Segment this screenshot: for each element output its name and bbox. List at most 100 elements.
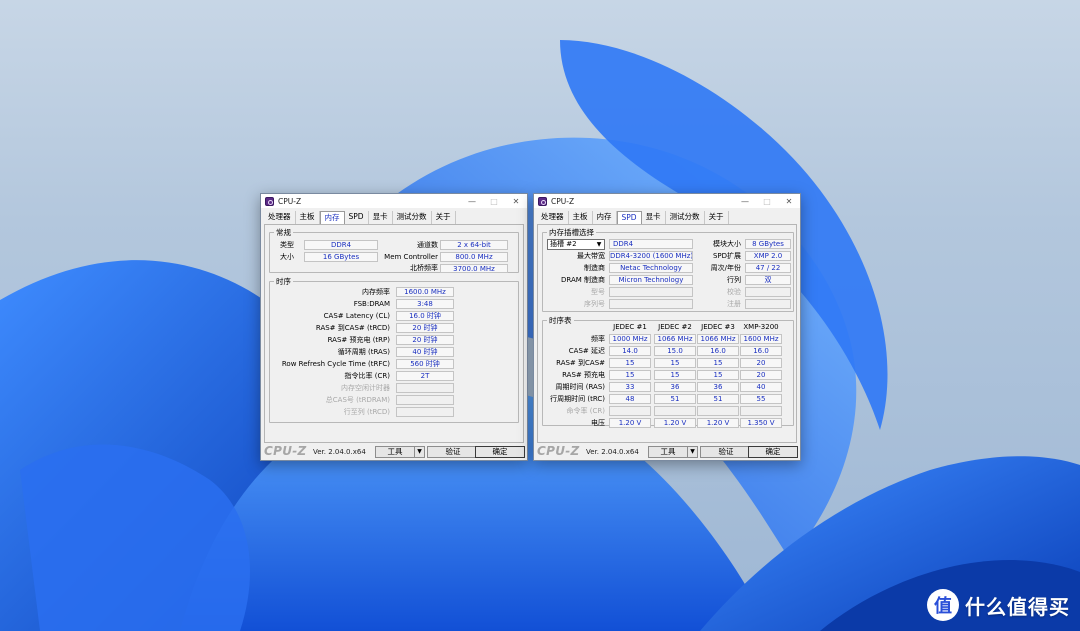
timing-cell: 1600 MHz (740, 334, 782, 344)
window-title: CPU-Z (551, 196, 575, 206)
cpuz-app-icon (265, 196, 274, 206)
serial-label: 序列号 (584, 300, 605, 308)
ok-button[interactable]: 确定 (475, 446, 525, 458)
general-group: 常规 类型 DDR4 大小 16 GBytes 通道数 2 x 64-bit M… (269, 228, 519, 273)
tools-button[interactable]: 工具 ▼ (375, 446, 425, 458)
minimize-icon[interactable]: — (461, 194, 483, 208)
spd-ext-value: XMP 2.0 (745, 251, 791, 261)
timing-column-header: XMP-3200 (743, 323, 779, 331)
timing-value: 40 时钟 (396, 347, 454, 357)
timing-cell (740, 406, 782, 416)
northbridge-value: 3700.0 MHz (440, 264, 508, 273)
rank-label: 行列 (727, 276, 741, 284)
tab-spd[interactable]: SPD (616, 211, 642, 224)
timing-cell (609, 406, 651, 416)
timing-label: RAS# 到CAS# (tRCD) (315, 324, 390, 332)
tab-about[interactable]: 关于 (432, 211, 456, 224)
timings-group: 时序 内存频率 1600.0 MHz FSB:DRAM 3:48 CAS# Latenc… (269, 277, 519, 423)
watermark-text: 什么值得买 (965, 594, 1070, 619)
timing-value: 560 时钟 (396, 359, 454, 369)
timing-cell: 20 (740, 358, 782, 368)
registered-label: 注册 (727, 300, 741, 308)
timing-cell: 15 (654, 358, 696, 368)
tab-memory[interactable]: 内存 (319, 211, 345, 224)
timing-value: 20 时钟 (396, 323, 454, 333)
tools-button[interactable]: 工具 ▼ (648, 446, 698, 458)
footer-bar: CPU-Z Ver. 2.04.0.x64 工具 ▼ 验证 确定 (261, 443, 527, 460)
spd-panel: 内存插槽选择 插槽 #2 ▼ DDR4 模块大小 8 GBytes 最大带宽 D… (537, 224, 797, 443)
close-icon[interactable]: ✕ (505, 194, 527, 208)
timing-cell: 51 (654, 394, 696, 404)
timing-column-header: JEDEC #2 (658, 323, 692, 331)
minimize-icon[interactable]: — (734, 194, 756, 208)
tab-spd[interactable]: SPD (345, 211, 369, 224)
title-bar[interactable]: CPU-Z — □ ✕ (534, 194, 800, 208)
timing-label: 行至列 (tRCD) (343, 408, 390, 416)
footer-bar: CPU-Z Ver. 2.04.0.x64 工具 ▼ 验证 确定 (534, 443, 800, 460)
tab-memory[interactable]: 内存 (593, 211, 617, 224)
timing-row-label: 频率 (591, 335, 605, 343)
timing-cell (697, 406, 739, 416)
tab-bar: 处理器 主板 内存 SPD 显卡 测试分数 关于 (264, 211, 456, 225)
ok-button[interactable]: 确定 (748, 446, 798, 458)
tab-cpu[interactable]: 处理器 (264, 211, 296, 224)
dram-manufacturer-label: DRAM 制造商 (560, 276, 605, 284)
timing-cell: 15.0 (654, 346, 696, 356)
timing-value: 1600.0 MHz (396, 287, 454, 297)
timing-label: Row Refresh Cycle Time (tRFC) (281, 360, 390, 368)
timing-row-label: 电压 (591, 419, 605, 427)
correction-label: 校验 (727, 288, 741, 296)
timing-label: CAS# Latency (CL) (323, 312, 390, 320)
tools-button-label: 工具 (660, 447, 676, 456)
timing-column-header: JEDEC #1 (613, 323, 647, 331)
window-title: CPU-Z (278, 196, 302, 206)
serial-value (609, 299, 693, 309)
manufacturer-label: 制造商 (584, 264, 605, 272)
timing-cell: 15 (697, 370, 739, 380)
slot-select[interactable]: 插槽 #2 ▼ (547, 239, 605, 250)
timing-row-label: 周期时间 (RAS) (555, 383, 606, 391)
timing-cell: 1066 MHz (697, 334, 739, 344)
spd-ext-label: SPD扩展 (712, 252, 741, 260)
module-size-value: 8 GBytes (745, 239, 791, 249)
rank-value: 双 (745, 275, 791, 285)
cpuz-brand-logo: CPU-Z (537, 444, 580, 458)
timing-label: 内存空闲计时器 (341, 384, 390, 392)
cpuz-window-memory: CPU-Z — □ ✕ 处理器 主板 内存 SPD 显卡 测试分数 关于 常规 … (260, 193, 528, 461)
memctrl-value: 800.0 MHz (440, 252, 508, 262)
title-bar[interactable]: CPU-Z — □ ✕ (261, 194, 527, 208)
tab-graphics[interactable]: 显卡 (369, 211, 393, 224)
timing-cell: 1.350 V (740, 418, 782, 428)
timing-value: 16.0 时钟 (396, 311, 454, 321)
timing-row-label: 命令率 (CR) (566, 407, 605, 415)
timing-cell: 1.20 V (697, 418, 739, 428)
tab-mainboard[interactable]: 主板 (296, 211, 320, 224)
validate-button[interactable]: 验证 (700, 446, 752, 458)
chevron-down-icon[interactable]: ▼ (414, 447, 424, 457)
tab-bench[interactable]: 测试分数 (393, 211, 432, 224)
size-value: 16 GBytes (304, 252, 378, 262)
tools-button-label: 工具 (387, 447, 403, 456)
validate-button[interactable]: 验证 (427, 446, 479, 458)
timing-row-label: CAS# 延迟 (568, 347, 605, 355)
week-year-label: 周次/年份 (710, 264, 741, 272)
size-label: 大小 (280, 253, 294, 261)
correction-value (745, 287, 791, 297)
tab-mainboard[interactable]: 主板 (569, 211, 593, 224)
timing-cell: 15 (654, 370, 696, 380)
timing-cell: 15 (609, 358, 651, 368)
module-size-label: 模块大小 (713, 240, 741, 248)
timing-label: 内存频率 (362, 288, 390, 296)
tab-about[interactable]: 关于 (705, 211, 729, 224)
tab-graphics[interactable]: 显卡 (642, 211, 666, 224)
timing-cell: 40 (740, 382, 782, 392)
chevron-down-icon[interactable]: ▼ (687, 447, 697, 457)
close-icon[interactable]: ✕ (778, 194, 800, 208)
timing-value: 2T (396, 371, 454, 381)
tab-cpu[interactable]: 处理器 (537, 211, 569, 224)
timing-cell: 48 (609, 394, 651, 404)
cpuz-brand-logo: CPU-Z (264, 444, 307, 458)
tab-bench[interactable]: 测试分数 (666, 211, 705, 224)
chevron-down-icon[interactable]: ▼ (595, 241, 603, 249)
timing-cell: 15 (609, 370, 651, 380)
